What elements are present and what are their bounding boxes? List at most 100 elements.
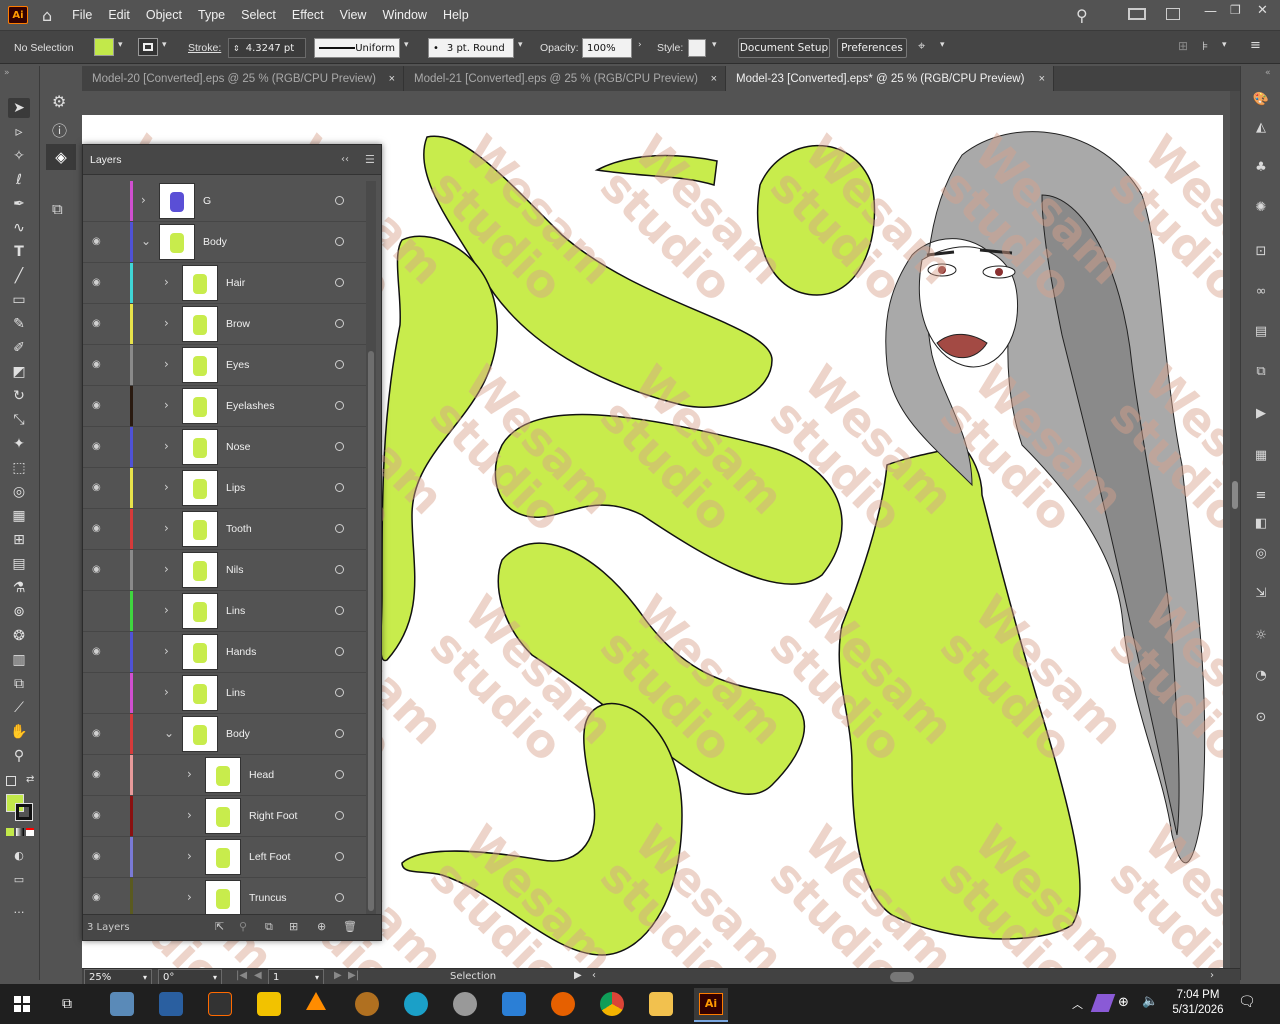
chevron-right-icon[interactable]: › bbox=[141, 193, 146, 207]
transparency-icon[interactable]: ◎ bbox=[1252, 546, 1270, 562]
direct-selection-tool-icon[interactable]: ▹ bbox=[8, 122, 30, 142]
layer-row[interactable]: ◉ › Left Foot bbox=[83, 837, 366, 878]
info-icon[interactable]: ⓘ bbox=[52, 120, 67, 141]
shape-builder-tool-icon[interactable]: ◎ bbox=[8, 482, 30, 502]
visibility-eye-icon[interactable]: ◉ bbox=[92, 400, 104, 411]
gradient-tool-icon[interactable]: ▤ bbox=[8, 554, 30, 574]
arrange-documents-icon[interactable] bbox=[1166, 8, 1180, 20]
menu-object[interactable]: Object bbox=[138, 8, 190, 22]
close-window-icon[interactable]: ✕ bbox=[1257, 3, 1268, 18]
color-panel-icon[interactable]: 🎨 bbox=[1252, 92, 1270, 108]
align-panel-icon[interactable]: ▤ bbox=[1252, 324, 1270, 340]
brush-definition[interactable]: • 3 pt. Round bbox=[428, 38, 514, 58]
target-circle-icon[interactable] bbox=[335, 852, 344, 861]
layer-name[interactable]: Nose bbox=[226, 441, 251, 453]
trash-icon[interactable]: 🗑 bbox=[343, 920, 357, 933]
visibility-eye-icon[interactable]: ◉ bbox=[92, 564, 104, 575]
chevron-right-icon[interactable]: › bbox=[164, 357, 169, 371]
graphic-styles-icon[interactable]: ▦ bbox=[1252, 448, 1270, 464]
eyedropper-tool-icon[interactable]: ⚗ bbox=[8, 578, 30, 598]
layer-row[interactable]: ◉ › Nils bbox=[83, 550, 366, 591]
default-colors-icon[interactable] bbox=[6, 776, 16, 786]
arrange-icon[interactable]: ⌖ bbox=[918, 39, 925, 54]
new-layer-icon[interactable]: ⊕ bbox=[317, 920, 326, 933]
hand-tool-icon[interactable]: ✋ bbox=[8, 722, 30, 742]
selection-tool-icon[interactable]: ➤ bbox=[8, 98, 30, 118]
layer-name[interactable]: Nils bbox=[226, 564, 244, 576]
rectangle-tool-icon[interactable]: ▭ bbox=[8, 290, 30, 310]
status-menu-icon[interactable]: ▶ bbox=[574, 970, 582, 981]
export-icon[interactable]: ⇱ bbox=[215, 920, 224, 933]
profile-dropdown-icon[interactable]: ▾ bbox=[404, 40, 409, 50]
pen-tray-icon[interactable] bbox=[1090, 994, 1116, 1012]
transform-icon[interactable]: ⊧ bbox=[1202, 39, 1208, 53]
slice-tool-icon[interactable]: ⟋ bbox=[8, 698, 30, 718]
artboard-dropdown-icon[interactable]: ▾ bbox=[315, 973, 319, 982]
target-circle-icon[interactable] bbox=[335, 688, 344, 697]
layer-name[interactable]: Body bbox=[226, 728, 250, 740]
paintbrush-tool-icon[interactable]: ✎ bbox=[8, 314, 30, 334]
opacity-field[interactable]: 100% bbox=[582, 38, 632, 58]
transform-dropdown-icon[interactable]: ▾ bbox=[1222, 40, 1227, 50]
new-sublayer-icon[interactable]: ⊞ bbox=[289, 920, 298, 933]
layer-row[interactable]: › Lins bbox=[83, 591, 366, 632]
visibility-eye-icon[interactable]: ◉ bbox=[92, 441, 104, 452]
media-player-icon[interactable] bbox=[257, 992, 281, 1016]
target-circle-icon[interactable] bbox=[335, 278, 344, 287]
photos-app-icon[interactable] bbox=[110, 992, 134, 1016]
curvature-tool-icon[interactable]: ∿ bbox=[8, 218, 30, 238]
target-circle-icon[interactable] bbox=[335, 360, 344, 369]
edit-toolbar-icon[interactable]: … bbox=[8, 900, 30, 920]
visibility-eye-icon[interactable]: ◉ bbox=[92, 359, 104, 370]
layer-row[interactable]: ◉ › Lips bbox=[83, 468, 366, 509]
menu-view[interactable]: View bbox=[332, 8, 375, 22]
visibility-eye-icon[interactable]: ◉ bbox=[92, 646, 104, 657]
screen-mode-icon[interactable]: ▭ bbox=[8, 870, 30, 890]
draw-mode-icon[interactable]: ◐ bbox=[8, 846, 30, 866]
menu-type[interactable]: Type bbox=[190, 8, 233, 22]
layer-name[interactable]: Hair bbox=[226, 277, 245, 289]
visibility-eye-icon[interactable]: ◉ bbox=[92, 318, 104, 329]
target-circle-icon[interactable] bbox=[335, 442, 344, 451]
chevron-down-icon[interactable]: ⌄ bbox=[141, 234, 151, 248]
home-icon[interactable]: ⌂ bbox=[42, 6, 52, 25]
stroke-panel-icon[interactable]: ≡ bbox=[1252, 488, 1270, 504]
stroke-weight-field[interactable]: ⇕ 4.3247 pt bbox=[228, 38, 306, 58]
show-hidden-icons[interactable]: ︿ bbox=[1072, 996, 1083, 1012]
layer-name[interactable]: Body bbox=[203, 236, 227, 248]
illustrator-taskbar-item[interactable]: Ai bbox=[694, 988, 728, 1022]
chevron-right-icon[interactable]: › bbox=[164, 562, 169, 576]
volume-icon[interactable]: 🔈 bbox=[1142, 994, 1158, 1009]
first-artboard-icon[interactable]: |◀ bbox=[236, 970, 247, 981]
close-tab-icon[interactable]: × bbox=[1039, 73, 1045, 85]
actions-icon[interactable]: ▶ bbox=[1252, 406, 1270, 422]
layer-row[interactable]: ◉ › Hair bbox=[83, 263, 366, 304]
preferences-button[interactable]: Preferences bbox=[837, 38, 907, 58]
properties-icon[interactable]: ⚙ bbox=[52, 92, 66, 111]
rotation-dropdown-icon[interactable]: ▾ bbox=[213, 973, 217, 982]
gradient-panel-icon[interactable]: ◧ bbox=[1252, 516, 1270, 532]
symbol-sprayer-tool-icon[interactable]: ❂ bbox=[8, 626, 30, 646]
chevron-right-icon[interactable]: › bbox=[164, 603, 169, 617]
layers-panel-icon[interactable]: ◈ bbox=[46, 144, 76, 170]
appearance-icon[interactable]: ☼ bbox=[1252, 628, 1270, 644]
layer-name[interactable]: Eyelashes bbox=[226, 400, 274, 412]
collapse-panel-icon[interactable]: ‹‹ bbox=[341, 154, 349, 165]
layer-name[interactable]: Lips bbox=[226, 482, 245, 494]
color-mode-icon[interactable] bbox=[6, 828, 14, 836]
brushes-icon[interactable]: ✺ bbox=[1252, 200, 1270, 216]
fill-dropdown-icon[interactable]: ▾ bbox=[118, 40, 123, 50]
visibility-eye-icon[interactable]: ◉ bbox=[92, 523, 104, 534]
target-circle-icon[interactable] bbox=[335, 893, 344, 902]
next-artboard-icon[interactable]: ▶ bbox=[334, 970, 342, 981]
scroll-left-icon[interactable]: ‹ bbox=[592, 970, 596, 981]
target-circle-icon[interactable] bbox=[335, 483, 344, 492]
layer-row[interactable]: ◉ ⌄ Body bbox=[83, 714, 366, 755]
layer-row[interactable]: ◉ › Hands bbox=[83, 632, 366, 673]
layer-name[interactable]: Truncus bbox=[249, 892, 287, 904]
target-circle-icon[interactable] bbox=[335, 196, 344, 205]
visibility-eye-icon[interactable]: ◉ bbox=[92, 810, 104, 821]
layer-name[interactable]: Left Foot bbox=[249, 851, 290, 863]
collapse-toolbar-icon[interactable]: » bbox=[4, 68, 10, 78]
magic-wand-tool-icon[interactable]: ✧ bbox=[8, 146, 30, 166]
